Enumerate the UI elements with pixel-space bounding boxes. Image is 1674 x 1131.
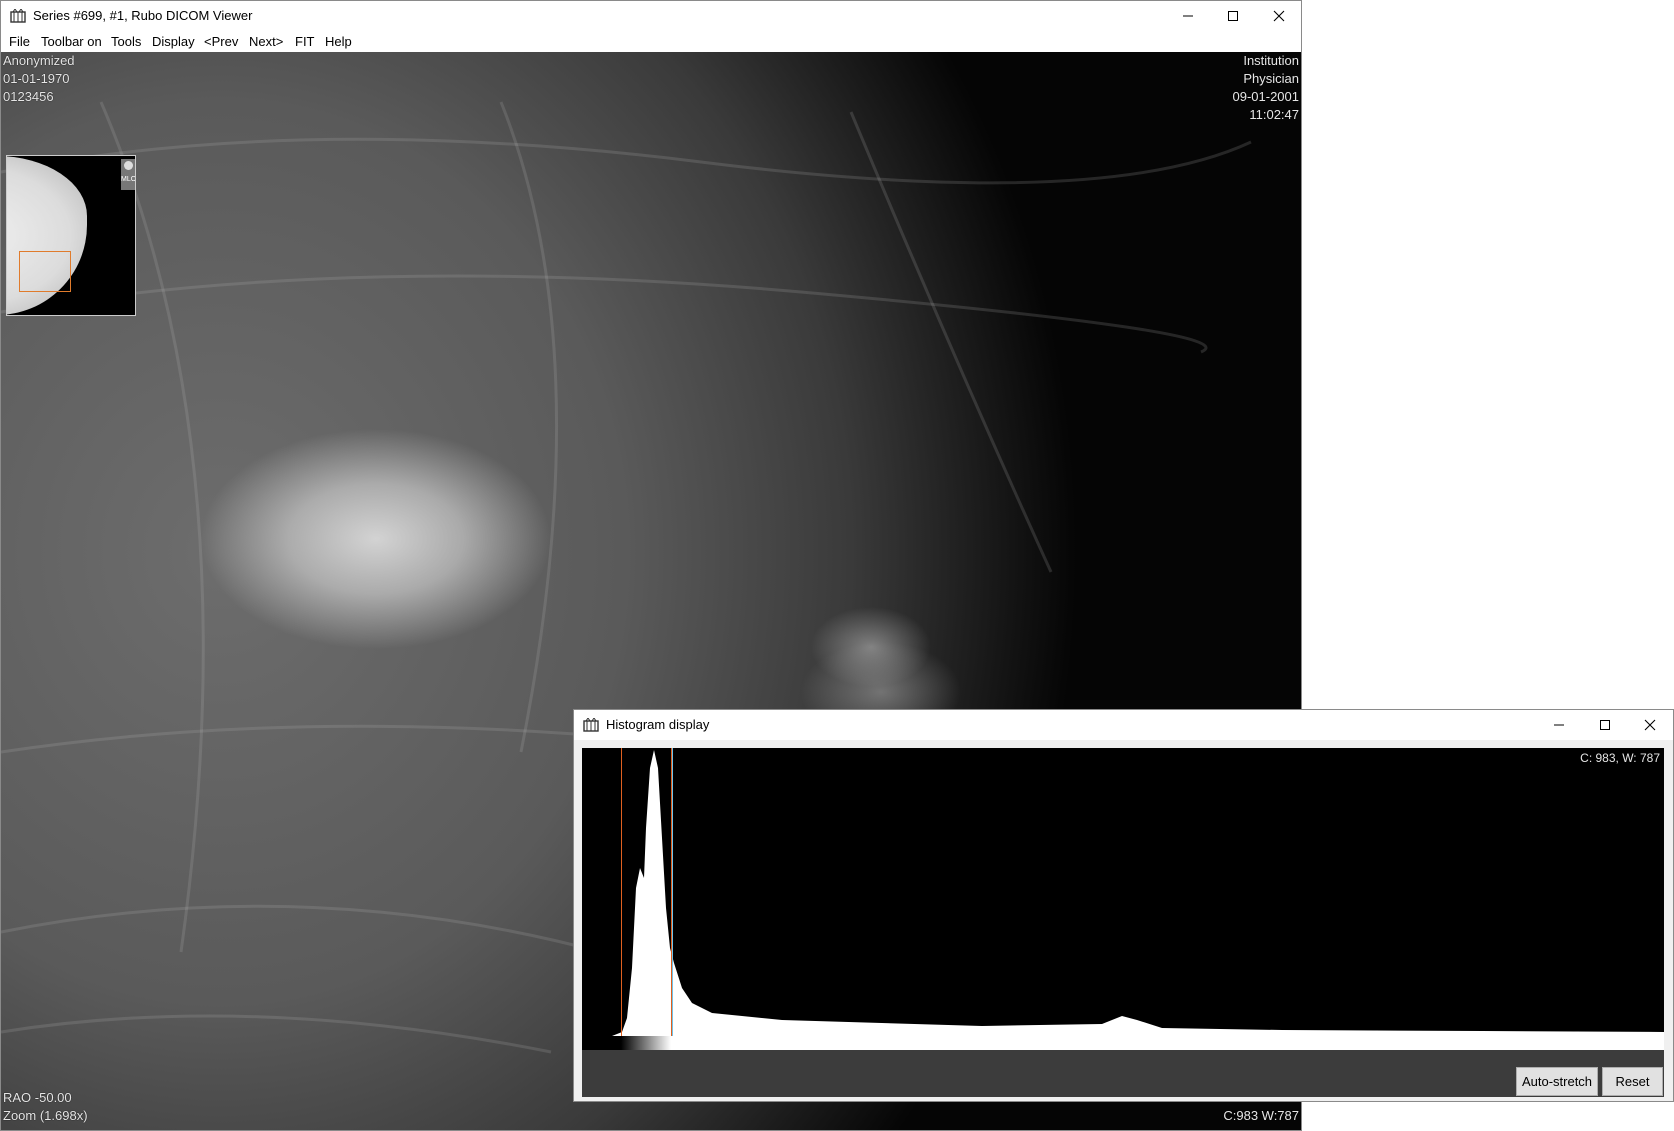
level-line[interactable] [672, 748, 673, 1046]
histogram-plot[interactable]: C: 983, W: 787 [582, 748, 1664, 1046]
grayscale-ramp [582, 1036, 1664, 1050]
menu-file[interactable]: File [9, 34, 30, 49]
overlay-institution: Institution [1243, 53, 1299, 68]
minimize-button[interactable] [1165, 1, 1211, 31]
thumbnail-roi-box[interactable] [19, 251, 71, 292]
view-marker: MLO [121, 159, 136, 190]
close-icon [1644, 719, 1656, 731]
overlay-study-date: 09-01-2001 [1232, 89, 1300, 104]
maximize-icon [1600, 720, 1610, 730]
overlay-patient-name: Anonymized [3, 53, 75, 68]
close-icon [1273, 10, 1285, 22]
overlay-birth-date: 01-01-1970 [3, 71, 70, 86]
overlay-window-level: C:983 W:787 [1223, 1108, 1299, 1123]
histogram-title: Histogram display [606, 717, 710, 732]
viewer-title: Series #699, #1, Rubo DICOM Viewer [33, 8, 253, 23]
menubar: File Toolbar on Tools Display <Prev Next… [1, 31, 1301, 52]
histogram-titlebar[interactable]: Histogram display [574, 710, 1673, 740]
auto-stretch-button[interactable]: Auto-stretch [1516, 1067, 1598, 1096]
histogram-maximize-button[interactable] [1582, 710, 1628, 740]
overlay-zoom: Zoom (1.698x) [3, 1108, 88, 1123]
menu-next[interactable]: Next> [249, 34, 283, 49]
maximize-button[interactable] [1210, 1, 1256, 31]
ramp-gradient [621, 1036, 671, 1050]
maximize-icon [1228, 11, 1238, 21]
app-icon [583, 718, 599, 732]
menu-tools[interactable]: Tools [111, 34, 141, 49]
close-button[interactable] [1256, 1, 1302, 31]
ramp-black [582, 1036, 621, 1050]
histogram-cw-label: C: 983, W: 787 [1580, 751, 1660, 765]
menu-prev[interactable]: <Prev [204, 34, 238, 49]
histogram-curve [612, 750, 1664, 1046]
menu-help[interactable]: Help [325, 34, 352, 49]
histogram-toolbar [582, 1050, 1664, 1097]
minimize-icon [1554, 724, 1564, 726]
menu-toolbar-on[interactable]: Toolbar on [41, 34, 102, 49]
menu-display[interactable]: Display [152, 34, 195, 49]
menu-fit[interactable]: FIT [295, 34, 315, 49]
app-icon [10, 9, 26, 23]
thumbnail-navigator[interactable]: MLO [6, 155, 136, 316]
window-low-line[interactable] [621, 748, 622, 1046]
histogram-minimize-button[interactable] [1536, 710, 1582, 740]
overlay-view-angle: RAO -50.00 [3, 1090, 72, 1105]
histogram-close-button[interactable] [1627, 710, 1673, 740]
marker-label: MLO [121, 176, 136, 183]
viewer-titlebar[interactable]: Series #699, #1, Rubo DICOM Viewer [1, 1, 1301, 31]
marker-dot-icon [124, 161, 133, 170]
overlay-patient-id: 0123456 [3, 89, 54, 104]
overlay-study-time: 11:02:47 [1249, 107, 1299, 122]
minimize-icon [1183, 15, 1193, 17]
reset-button[interactable]: Reset [1602, 1067, 1663, 1096]
histogram-window: Histogram display C: 983, W: 787 Auto-st… [573, 709, 1674, 1102]
overlay-physician: Physician [1243, 71, 1299, 86]
